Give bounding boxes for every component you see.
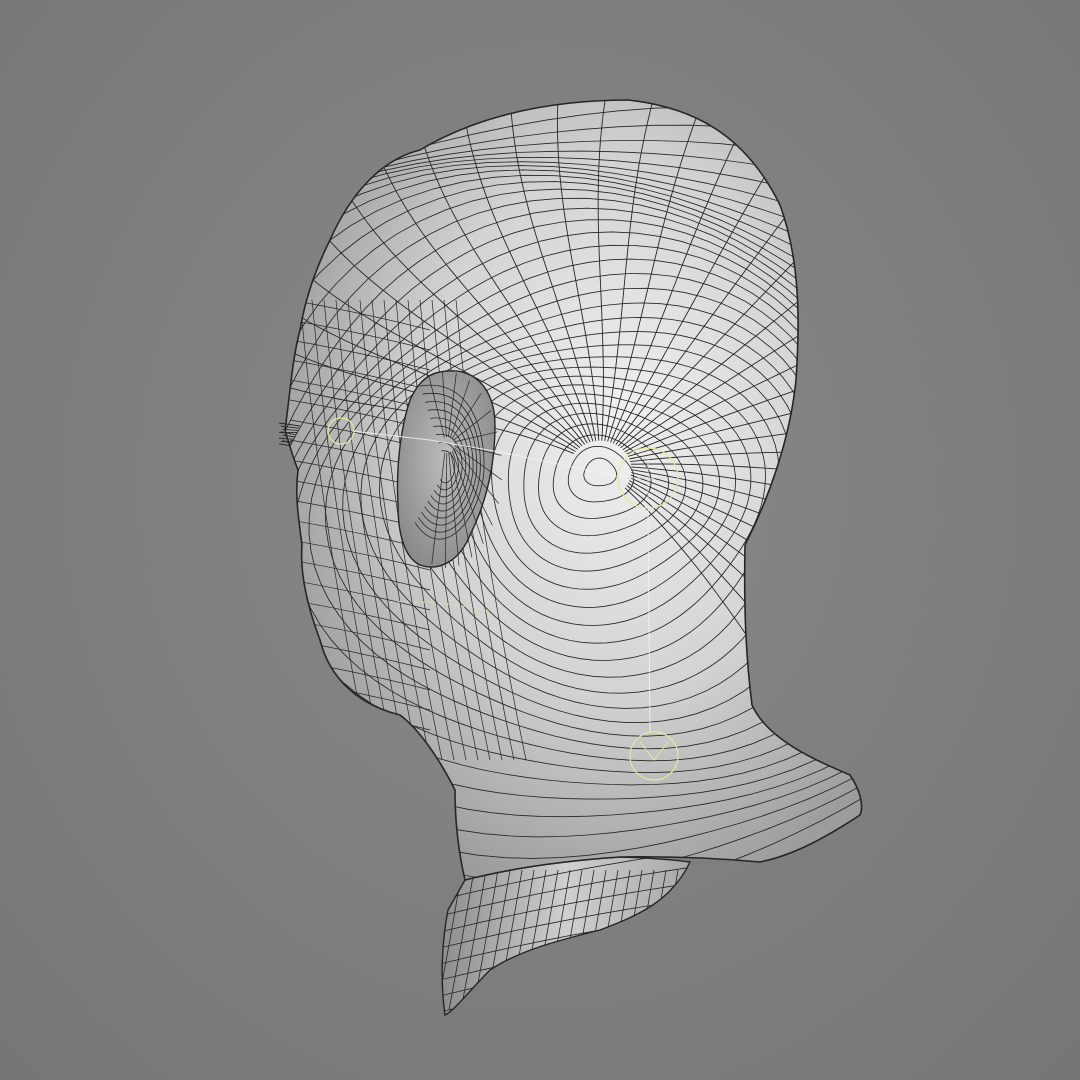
wire-edge-face <box>289 799 431 831</box>
wire-edge-neck-back <box>676 869 690 1011</box>
head-mesh-render[interactable] <box>0 0 1080 1080</box>
wire-edge-face <box>289 739 431 771</box>
wire-edge-face <box>289 719 431 751</box>
3d-viewport[interactable] <box>0 0 1080 1080</box>
wire-edge-neck-back-ring <box>442 977 690 1015</box>
wire-edge-face <box>289 759 431 791</box>
wire-edge-face <box>289 779 431 811</box>
